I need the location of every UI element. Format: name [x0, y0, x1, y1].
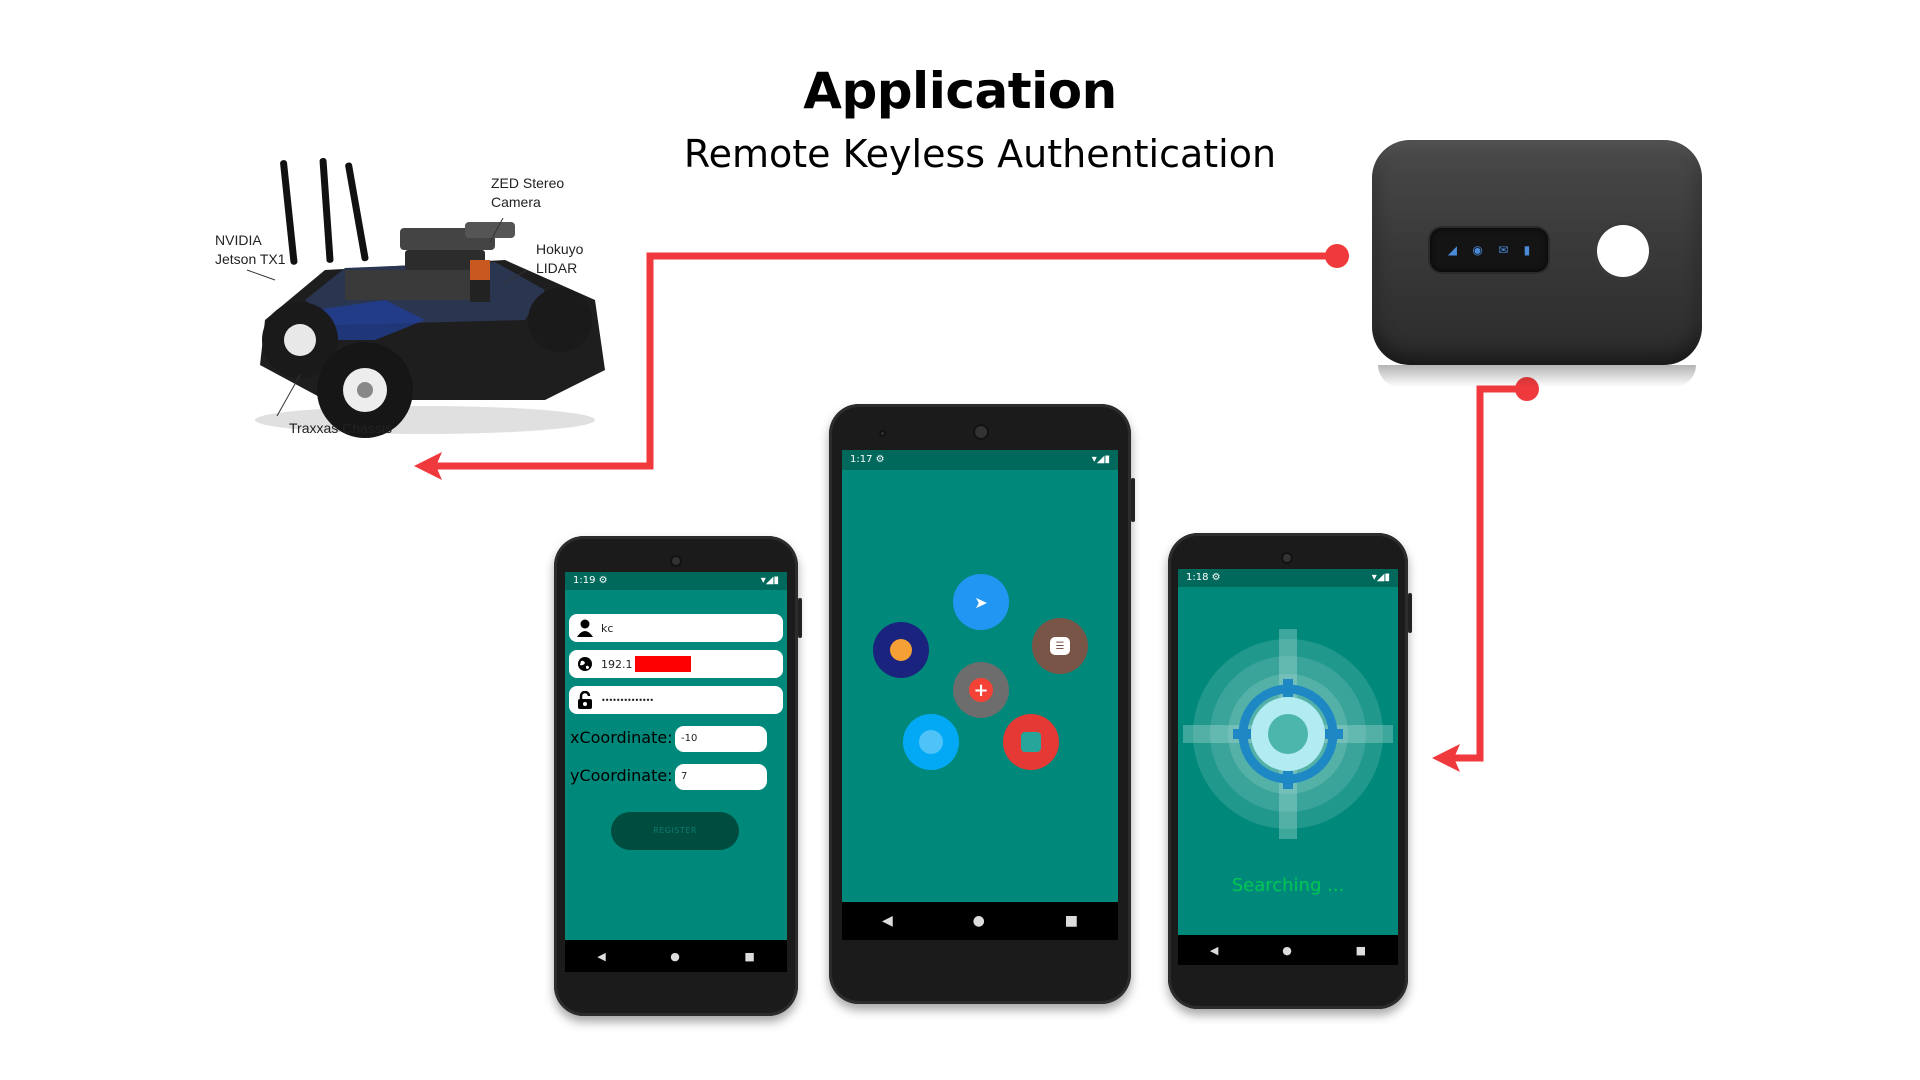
android-nav-bar: ◀ ● ■ — [565, 940, 787, 972]
status-bar: 1:17 ⚙ ▾◢▮ — [842, 450, 1118, 470]
label-zed-camera: ZED Stereo Camera — [491, 175, 565, 210]
username-field[interactable]: kc — [569, 614, 783, 642]
android-nav-bar: ◀ ● ■ — [1178, 935, 1398, 965]
gear-icon: ⚙ — [598, 575, 608, 586]
phone-register: 1:19 ⚙ ▾◢▮ kc 192.1 •••••••••••••• xCoor… — [554, 536, 802, 1016]
side-button — [798, 598, 802, 638]
recent-apps-icon[interactable]: ■ — [1356, 944, 1366, 957]
chip-icon — [1021, 732, 1041, 752]
status-time: 1:17 — [850, 454, 873, 465]
status-indicators-icon: ▾◢▮ — [760, 575, 779, 586]
arrow-start-dot-router — [1325, 244, 1349, 268]
search-screen: 1:18 ⚙ ▾◢▮ Searching ... ◀ ● ■ — [1178, 569, 1398, 965]
front-camera — [1281, 552, 1293, 564]
signal-icon: ◢ — [1447, 243, 1457, 257]
home-icon[interactable]: ● — [670, 950, 680, 963]
server-icon: ☰ — [1050, 637, 1070, 655]
sensor — [879, 430, 886, 437]
status-time: 1:19 — [573, 575, 596, 586]
status-bar: 1:18 ⚙ ▾◢▮ — [1178, 569, 1398, 587]
ip-address-value: 192.1 — [601, 657, 633, 671]
wifi-icon: ◉ — [1472, 243, 1483, 257]
menu-server-button[interactable]: ☰ — [1032, 618, 1088, 674]
password-mask: •••••••••••••• — [601, 695, 654, 705]
front-camera — [670, 555, 682, 567]
label-lidar: Hokuyo LIDAR — [536, 241, 584, 276]
home-icon[interactable]: ● — [1282, 944, 1292, 957]
user-icon — [575, 618, 595, 638]
redacted-block — [634, 656, 691, 672]
status-indicators-icon: ▾◢▮ — [1091, 454, 1110, 465]
router-power-button[interactable] — [1597, 225, 1649, 277]
arrow-router-to-phone — [1452, 385, 1527, 762]
back-icon[interactable]: ◀ — [1210, 944, 1218, 957]
menu-globe-button[interactable] — [903, 714, 959, 770]
globe-icon — [575, 654, 595, 674]
back-icon[interactable]: ◀ — [597, 950, 605, 963]
menu-screen: 1:17 ⚙ ▾◢▮ ➤ ☰ + ◀ ● ■ — [842, 450, 1118, 940]
phone-menu: 1:17 ⚙ ▾◢▮ ➤ ☰ + ◀ ● ■ — [829, 404, 1135, 1004]
y-coordinate-input[interactable]: 7 — [675, 764, 767, 790]
radar-target-icon — [1183, 629, 1393, 839]
phone-search: 1:18 ⚙ ▾◢▮ Searching ... ◀ ● ■ — [1168, 533, 1412, 1009]
menu-planet-button[interactable] — [873, 622, 929, 678]
recent-apps-icon[interactable]: ■ — [744, 950, 754, 963]
android-nav-bar: ◀ ● ■ — [842, 902, 1118, 940]
front-camera — [973, 424, 989, 440]
status-time: 1:18 — [1186, 572, 1209, 583]
register-screen: 1:19 ⚙ ▾◢▮ kc 192.1 •••••••••••••• xCoor… — [565, 572, 787, 972]
password-field[interactable]: •••••••••••••• — [569, 686, 783, 714]
globe-icon — [919, 730, 943, 754]
lock-icon — [575, 690, 595, 710]
battery-icon: ▮ — [1523, 243, 1531, 257]
x-coordinate-input[interactable]: -10 — [675, 726, 767, 752]
plus-icon: + — [969, 678, 993, 702]
menu-chip-button[interactable] — [1003, 714, 1059, 770]
satellite-icon: ➤ — [974, 592, 988, 612]
gear-icon: ⚙ — [1211, 572, 1221, 583]
menu-satellite-button[interactable]: ➤ — [953, 574, 1009, 630]
back-icon[interactable]: ◀ — [882, 913, 893, 929]
side-button — [1131, 478, 1135, 522]
x-coordinate-label: xCoordinate: — [570, 728, 673, 747]
username-value: kc — [601, 621, 614, 635]
mail-icon: ✉ — [1498, 243, 1509, 257]
menu-add-button[interactable]: + — [953, 662, 1009, 718]
keyless-router-device: ◢ ◉ ✉ ▮ — [1372, 140, 1702, 365]
home-icon[interactable]: ● — [973, 913, 985, 929]
planet-icon — [890, 639, 912, 661]
searching-status-text: Searching ... — [1231, 875, 1345, 896]
ip-address-field[interactable]: 192.1 — [569, 650, 783, 678]
side-button — [1408, 593, 1412, 633]
y-coordinate-label: yCoordinate: — [570, 766, 673, 785]
label-jetson: NVIDIA Jetson TX1 — [215, 232, 286, 267]
status-bar: 1:19 ⚙ ▾◢▮ — [565, 572, 787, 590]
gear-icon: ⚙ — [875, 454, 885, 465]
register-button[interactable]: REGISTER — [611, 812, 739, 850]
router-reflection — [1378, 365, 1696, 387]
recent-apps-icon[interactable]: ■ — [1065, 913, 1078, 929]
status-indicators-icon: ▾◢▮ — [1371, 572, 1390, 583]
router-led-panel: ◢ ◉ ✉ ▮ — [1430, 228, 1548, 272]
label-chassis: Traxxas Chassis — [289, 420, 392, 436]
